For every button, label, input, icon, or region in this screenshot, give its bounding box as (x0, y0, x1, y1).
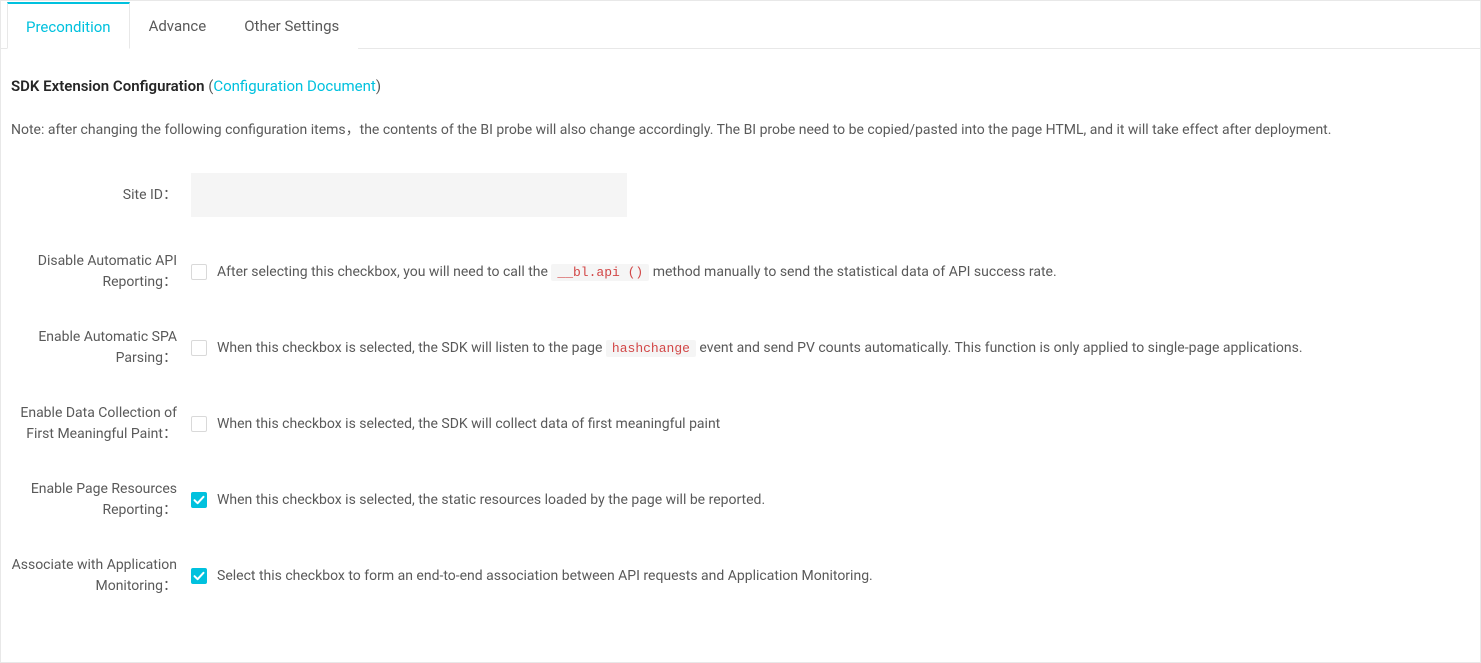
row-disable-api: Disable Automatic API Reporting： After s… (11, 251, 1470, 293)
row-associate-apm: Associate with Application Monitoring： S… (11, 555, 1470, 597)
checkbox-enable-spa[interactable] (191, 340, 207, 356)
desc-text-part: method manually to send the statistical … (649, 264, 1056, 280)
row-enable-resources: Enable Page Resources Reporting： When th… (11, 479, 1470, 521)
check-icon (193, 570, 205, 582)
tabs-bar: Precondition Advance Other Settings (1, 1, 1480, 49)
checkbox-associate-apm[interactable] (191, 568, 207, 584)
label-site-id: Site ID： (11, 185, 191, 206)
code-hashchange: hashchange (606, 340, 696, 357)
tab-content: SDK Extension Configuration (Configurati… (1, 49, 1480, 627)
check-icon (193, 494, 205, 506)
checkbox-disable-api[interactable] (191, 264, 207, 280)
desc-text-part: event and send PV counts automatically. … (696, 340, 1303, 356)
label-enable-resources: Enable Page Resources Reporting： (11, 479, 191, 521)
desc-text-part: When this checkbox is selected, the SDK … (217, 340, 606, 356)
site-id-value (191, 173, 627, 217)
row-enable-spa: Enable Automatic SPA Parsing： When this … (11, 327, 1470, 369)
tab-precondition[interactable]: Precondition (7, 2, 130, 49)
paren-close: ) (376, 77, 381, 95)
checkbox-enable-fmp[interactable] (191, 416, 207, 432)
settings-page: Precondition Advance Other Settings SDK … (0, 0, 1481, 663)
section-title-text: SDK Extension Configuration (11, 77, 204, 95)
tab-advance[interactable]: Advance (130, 2, 226, 49)
label-disable-api: Disable Automatic API Reporting： (11, 251, 191, 293)
label-enable-fmp: Enable Data Collection of First Meaningf… (11, 403, 191, 445)
label-associate-apm: Associate with Application Monitoring： (11, 555, 191, 597)
desc-associate-apm: Select this checkbox to form an end-to-e… (217, 566, 873, 587)
desc-enable-resources: When this checkbox is selected, the stat… (217, 490, 765, 511)
desc-enable-spa: When this checkbox is selected, the SDK … (217, 338, 1303, 359)
config-doc-link[interactable]: Configuration Document (213, 77, 376, 95)
config-note: Note: after changing the following confi… (11, 119, 1470, 139)
section-title: SDK Extension Configuration (Configurati… (11, 77, 1470, 95)
tab-other-settings[interactable]: Other Settings (225, 2, 358, 49)
row-enable-fmp: Enable Data Collection of First Meaningf… (11, 403, 1470, 445)
checkbox-enable-resources[interactable] (191, 492, 207, 508)
desc-enable-fmp: When this checkbox is selected, the SDK … (217, 414, 720, 435)
desc-text-part: After selecting this checkbox, you will … (217, 264, 551, 280)
row-site-id: Site ID： (11, 173, 1470, 217)
code-bl-api: __bl.api () (551, 264, 649, 281)
label-enable-spa: Enable Automatic SPA Parsing： (11, 327, 191, 369)
desc-disable-api: After selecting this checkbox, you will … (217, 262, 1057, 283)
